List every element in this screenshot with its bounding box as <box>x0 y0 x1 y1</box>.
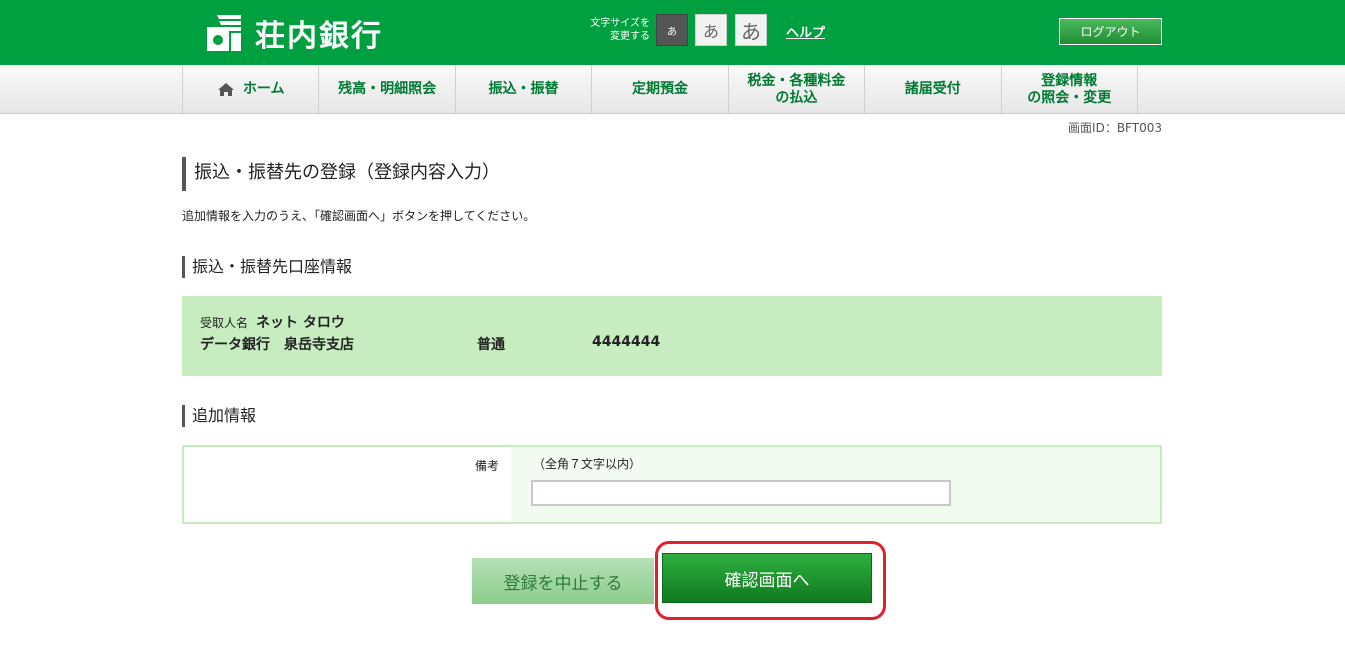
nav-item-transfer[interactable]: 振込・振替 <box>456 65 593 114</box>
font-size-label-line2: 変更する <box>610 31 650 42</box>
font-size-small-button[interactable]: あ <box>656 14 688 46</box>
memo-input[interactable] <box>531 480 951 506</box>
header: 荘内銀行 文字サイズを 変更する あ あ あ ヘルプ ログアウト <box>0 0 1345 65</box>
nav-item-tax-payment-line1: 税金・各種料金 <box>747 72 846 89</box>
nav-item-registration-info-line2: の照会・変更 <box>1027 89 1112 106</box>
bank-logo[interactable]: 荘内銀行 <box>205 12 383 54</box>
main-nav: ホーム 残高・明細照会 振込・振替 定期預金 税金・各種料金 の払込 諸届受付 … <box>0 65 1345 114</box>
account-type: 普通 <box>477 337 505 353</box>
additional-section-title: 追加情報 <box>182 405 256 427</box>
memo-label: 備考 <box>184 447 511 522</box>
bank-branch: データ銀行 泉岳寺支店 <box>200 337 354 353</box>
confirm-button[interactable]: 確認画面へ <box>662 553 872 603</box>
memo-note: （全角７文字以内） <box>533 457 642 471</box>
logout-button[interactable]: ログアウト <box>1059 18 1162 45</box>
help-link[interactable]: ヘルプ <box>786 22 825 41</box>
nav-item-time-deposit[interactable]: 定期預金 <box>592 65 729 114</box>
page-title: 振込・振替先の登録（登録内容入力） <box>182 157 500 191</box>
nav-item-tax-payment[interactable]: 税金・各種料金 の払込 <box>729 65 866 114</box>
font-size-label: 文字サイズを 変更する <box>580 17 650 43</box>
nav-item-home-label: ホーム <box>242 81 285 97</box>
instruction-text: 追加情報を入力のうえ、「確認画面へ」ボタンを押してください。 <box>182 209 536 223</box>
bank-name: 荘内銀行 <box>255 19 383 54</box>
nav-item-registration-info[interactable]: 登録情報 の照会・変更 <box>1002 65 1138 114</box>
additional-info-table: 備考 （全角７文字以内） <box>182 445 1162 524</box>
account-number: 4444444 <box>592 334 661 350</box>
nav-item-tax-payment-line2: の払込 <box>775 89 818 106</box>
font-size-medium-button[interactable]: あ <box>695 14 727 46</box>
account-info-box: 受取人名 ネット タロウ データ銀行 泉岳寺支店 普通 4444444 <box>182 296 1162 376</box>
nav-item-home[interactable]: ホーム <box>183 65 320 114</box>
font-size-large-button[interactable]: あ <box>735 14 767 46</box>
nav-item-registration-info-line1: 登録情報 <box>1041 72 1098 89</box>
nav-item-balance[interactable]: 残高・明細照会 <box>319 65 456 114</box>
recipient-label: 受取人名 <box>200 316 249 330</box>
memo-cell: （全角７文字以内） <box>511 447 1160 522</box>
home-icon <box>217 82 235 97</box>
recipient-name: ネット タロウ <box>256 315 345 331</box>
account-section-title: 振込・振替先口座情報 <box>182 256 352 278</box>
bank-logo-icon <box>205 13 245 53</box>
screen-id: 画面ID：BFT003 <box>1068 121 1162 135</box>
nav-item-notifications[interactable]: 諸届受付 <box>865 65 1002 114</box>
font-size-label-line1: 文字サイズを <box>590 18 650 29</box>
cancel-registration-button[interactable]: 登録を中止する <box>472 558 654 604</box>
